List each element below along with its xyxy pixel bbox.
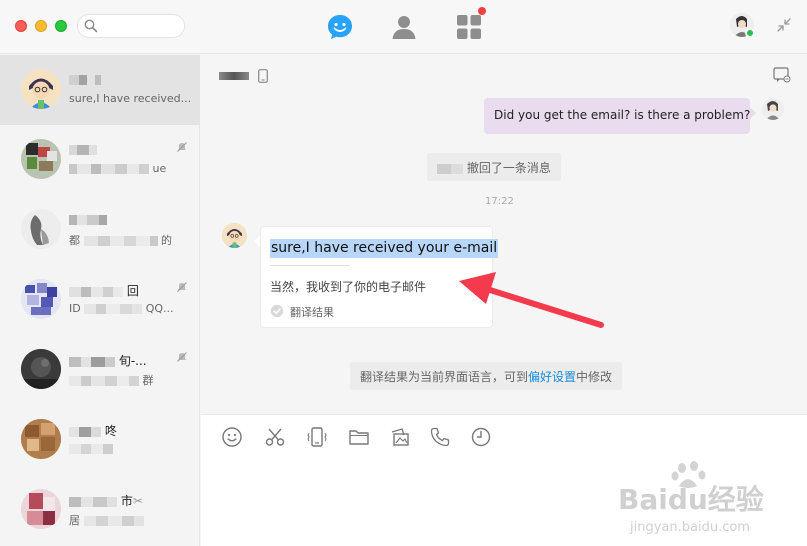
search-input[interactable] [104,18,180,34]
message-preview: 居 [69,512,191,528]
contact-avatar [21,69,61,109]
online-status-indicator [745,28,755,38]
chat-contact-name [219,72,249,80]
baidu-watermark: Baidu经验 jingyan.baidu.com [618,460,798,540]
mute-bell-icon [177,282,187,292]
contact-name: 旬-... [69,352,147,369]
message-preview: 群 [69,372,191,388]
contact-avatar [21,349,61,389]
setting-notice-text-end: 中修改 [576,370,613,384]
chat-more-icon[interactable] [773,67,791,83]
conversation-list: sure,I have received... ue 都 的 回 ID QQ..… [0,55,200,546]
phone-call-icon[interactable] [429,426,451,448]
qq-app-window: sure,I have received... ue 都 的 回 ID QQ..… [0,0,807,546]
contact-name: 回 [69,282,139,299]
check-circle-icon [270,304,284,318]
contact-name: 市✂ [69,492,143,509]
translated-message-text: 当然，我收到了你的电子邮件 [270,280,427,294]
mute-bell-icon [177,142,187,152]
chat-nav-icon[interactable] [325,12,355,42]
message-preview: sure,I have received... [69,92,191,105]
conversation-item[interactable]: ue [0,125,200,195]
apps-nav-icon[interactable] [454,12,484,42]
contact-avatar [21,279,61,319]
emoji-icon[interactable] [221,426,243,448]
maximize-window-button[interactable] [55,20,67,32]
notification-badge [478,7,486,15]
conversation-item[interactable]: 回 ID QQ... [0,265,200,335]
conversation-item[interactable]: 都 的 [0,195,200,265]
screenshot-scissors-icon[interactable] [264,426,286,448]
conversation-item[interactable]: 市✂ 居 [0,475,200,545]
minimize-window-button[interactable] [35,20,47,32]
conversation-item[interactable]: sure,I have received... [0,55,200,125]
history-clock-icon[interactable] [470,426,492,448]
chat-panel: Did you get the email? is there a proble… [201,55,807,414]
recall-notice: 撤回了一条消息 [427,153,561,181]
message-timestamp: 17:22 [485,196,514,207]
incoming-message-bubble[interactable]: sure,I have received your e-mail 当然，我收到了… [260,226,499,328]
contact-avatar [21,489,61,529]
sender-avatar[interactable] [762,98,784,120]
contact-name: 咚 [69,422,117,439]
contact-avatar [21,139,61,179]
translation-divider [270,265,350,266]
folder-icon[interactable] [348,426,370,448]
mute-bell-icon [177,352,187,362]
original-message-text[interactable]: sure,I have received your e-mail [270,239,499,258]
shake-window-icon[interactable] [306,426,328,448]
contact-avatar[interactable] [222,223,247,248]
translation-setting-notice: 翻译结果为当前界面语言，可到偏好设置中修改 [350,362,623,390]
contact-name [69,212,107,226]
scissors-icon: ✂ [132,494,143,508]
message-preview: ID QQ... [69,302,174,315]
title-bar [0,0,807,54]
contact-name [69,142,97,156]
mobile-device-icon [258,69,268,83]
search-box[interactable] [77,14,185,38]
contact-avatar [21,419,61,459]
image-gallery-icon[interactable] [389,426,411,448]
search-icon [84,19,98,33]
conversation-item[interactable]: 咚 [0,405,200,475]
outgoing-bubble-tail [750,107,756,119]
translation-label-text: 翻译结果 [290,306,334,319]
collapse-icon[interactable] [776,17,792,33]
message-preview: ue [69,162,191,175]
contact-avatar [21,209,61,249]
close-window-button[interactable] [15,20,27,32]
message-preview [69,442,191,455]
setting-notice-text: 翻译结果为当前界面语言，可到 [360,370,529,384]
watermark-url: jingyan.baidu.com [630,520,750,535]
conversation-item[interactable]: 旬-... 群 [0,335,200,405]
watermark-brand: Baidu经验 [618,483,764,516]
contacts-nav-icon[interactable] [389,12,419,42]
preferences-link[interactable]: 偏好设置 [528,370,576,384]
outgoing-message-bubble[interactable]: Did you get the email? is there a proble… [484,98,750,134]
message-preview: 都 的 [69,234,172,247]
contact-name [69,72,101,86]
